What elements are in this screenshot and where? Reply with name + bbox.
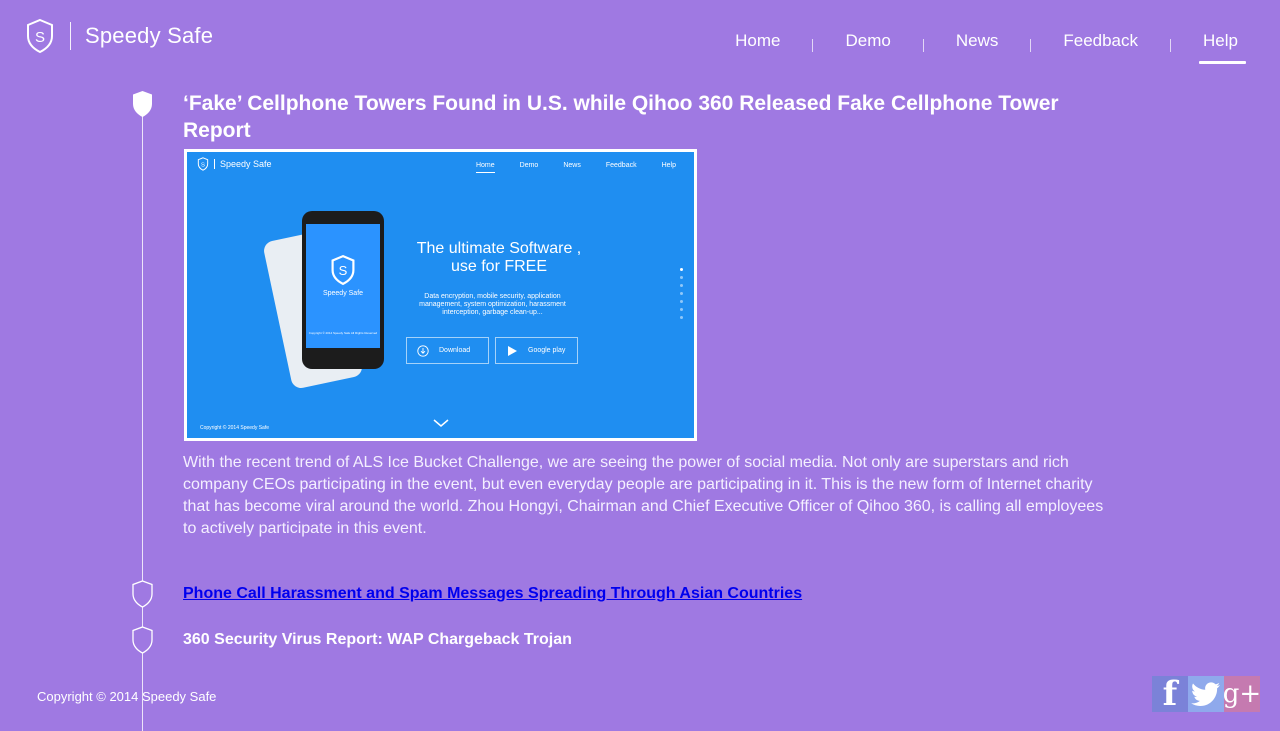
- slide-dots: [680, 268, 683, 324]
- news-item-link[interactable]: 360 Security Virus Report: WAP Chargebac…: [183, 631, 572, 649]
- nav-demo[interactable]: Demo: [845, 31, 890, 57]
- screenshot-nav: Home Demo News Feedback Help: [451, 162, 676, 173]
- screenshot-nav-item: Demo: [519, 162, 539, 169]
- timeline-marker-icon: [132, 580, 153, 608]
- logo-divider: [214, 159, 215, 169]
- slide-dot: [680, 300, 683, 303]
- download-icon: [417, 344, 429, 357]
- screenshot-nav-item: Feedback: [605, 162, 637, 169]
- svg-text:S: S: [35, 29, 45, 46]
- google-play-label: Google play: [528, 347, 566, 354]
- main-nav: Home Demo News Feedback Help: [735, 31, 1246, 64]
- footer-copyright: Copyright © 2014 Speedy Safe: [37, 689, 217, 704]
- headline-line: use for FREE: [450, 258, 548, 275]
- play-icon: [508, 345, 517, 356]
- screenshot-google-play-button: Google play: [495, 337, 578, 364]
- nav-news[interactable]: News: [956, 31, 999, 57]
- twitter-bird-shape: [1191, 682, 1220, 706]
- nav-separator: [922, 38, 924, 52]
- phone-copyright: Copyright © 2014 Speedy Safe All Rights …: [308, 331, 378, 335]
- chevron-down-icon: [433, 419, 449, 427]
- shield-s-icon: S: [197, 157, 209, 171]
- social-links: f g+: [1152, 674, 1261, 714]
- article-body: With the recent trend of ALS Ice Bucket …: [183, 454, 1104, 537]
- screenshot-nav-item: Home: [475, 162, 495, 173]
- slide-dot: [680, 292, 683, 295]
- screenshot-logo: S Speedy Safe: [197, 157, 272, 171]
- logo[interactable]: S Speedy Safe: [25, 18, 213, 54]
- slide-dot: [680, 284, 683, 287]
- svg-text:S: S: [201, 162, 205, 168]
- twitter-bird-icon[interactable]: [1188, 676, 1224, 712]
- nav-separator: [1170, 38, 1172, 52]
- screenshot-download-button: Download: [406, 337, 489, 364]
- slide-dot: [680, 316, 683, 319]
- shield-s-icon: S: [27, 18, 53, 54]
- nav-help[interactable]: Help: [1199, 31, 1246, 64]
- phone-image: S Speedy Safe Copyright © 2014 Speedy Sa…: [302, 211, 384, 369]
- slide-dot: [680, 276, 683, 279]
- download-label: Download: [439, 347, 471, 354]
- logo-divider: [70, 22, 71, 50]
- article-screenshot[interactable]: S Speedy Safe Home Demo News Feedback He…: [184, 149, 697, 441]
- nav-home[interactable]: Home: [735, 31, 780, 57]
- timeline-marker-icon: [132, 626, 153, 654]
- slide-dot: [680, 268, 683, 271]
- google-plus-icon[interactable]: g+: [1223, 676, 1261, 712]
- article-title[interactable]: ‘Fake’ Cellphone Towers Found in U.S. wh…: [183, 90, 1063, 144]
- phone-app-name: Speedy Safe: [322, 290, 364, 297]
- facebook-icon[interactable]: f: [1152, 674, 1188, 714]
- news-item-link[interactable]: Phone Call Harassment and Spam Messages …: [183, 585, 802, 603]
- screenshot-nav-item: Help: [661, 162, 676, 169]
- nav-separator: [1030, 38, 1032, 52]
- phone-screen: S Speedy Safe Copyright © 2014 Speedy Sa…: [306, 224, 380, 348]
- screenshot-nav-item: News: [563, 162, 581, 169]
- screenshot-brand: Speedy Safe: [220, 159, 272, 169]
- screenshot-description: Data encryption, mobile security, applic…: [419, 293, 566, 316]
- screenshot-headline: The ultimate Software , use for FREE: [399, 240, 599, 276]
- brand-name: Speedy Safe: [85, 23, 214, 48]
- headline-line: The ultimate Software ,: [416, 240, 582, 257]
- timeline-marker-icon: [133, 91, 152, 117]
- nav-feedback[interactable]: Feedback: [1063, 31, 1138, 57]
- nav-separator: [812, 38, 814, 52]
- shield-s-icon: S: [331, 254, 355, 286]
- slide-dot: [680, 308, 683, 311]
- screenshot-copyright: Copyright © 2014 Speedy Safe: [200, 425, 270, 431]
- svg-text:S: S: [339, 263, 348, 278]
